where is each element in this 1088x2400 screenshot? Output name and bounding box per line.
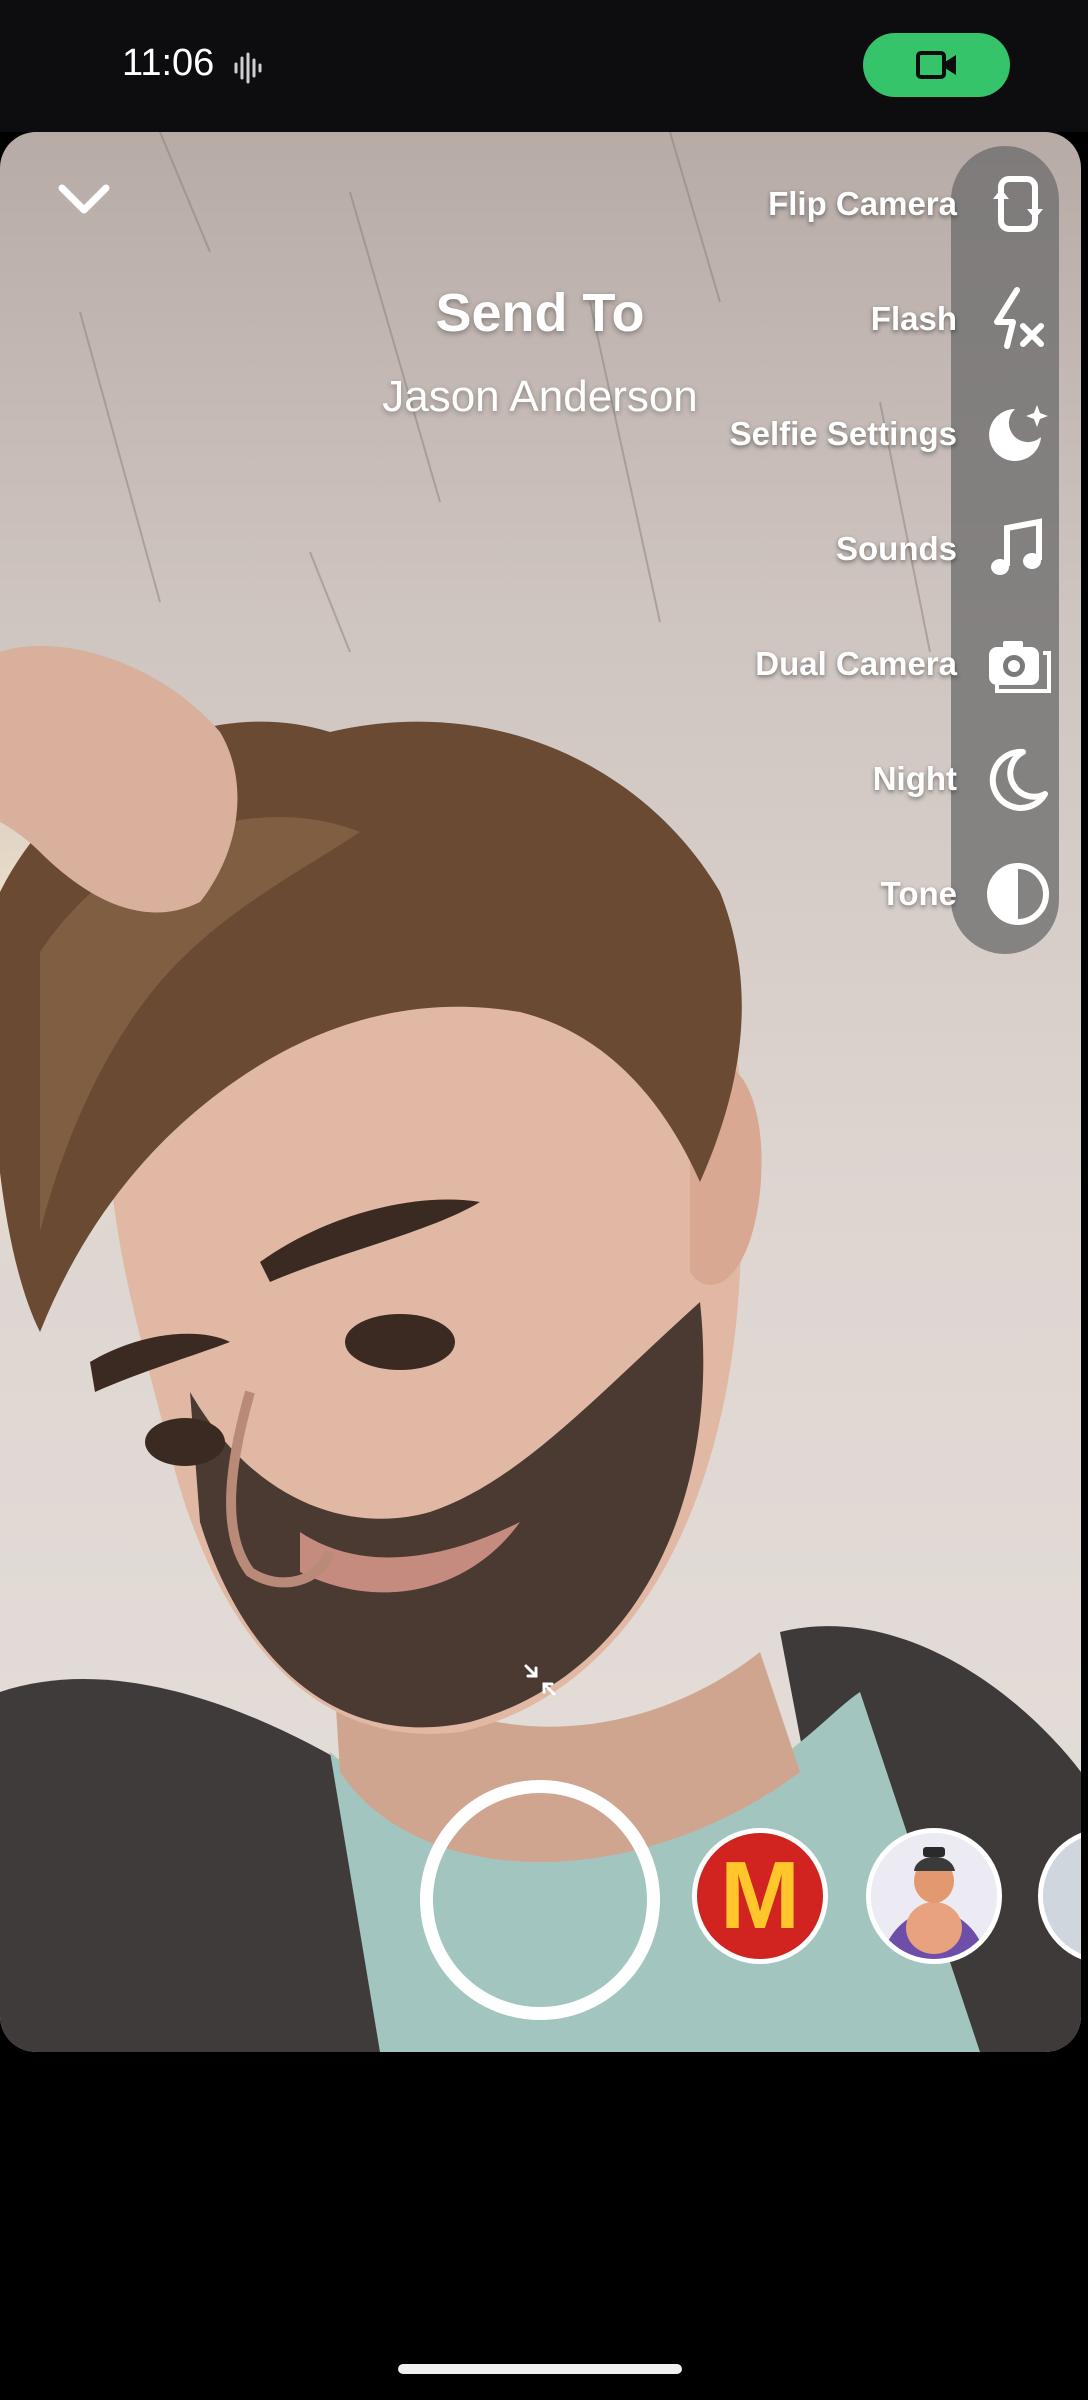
tool-label: Flip Camera — [768, 185, 957, 222]
mcdonalds-lens[interactable]: M — [692, 1828, 828, 1964]
sound-wave-icon — [234, 52, 262, 84]
selfie-settings-icon — [989, 405, 1048, 461]
home-indicator[interactable] — [398, 2364, 682, 2374]
tool-label: Sounds — [836, 530, 957, 567]
tool-label: Tone — [880, 875, 957, 912]
flash-off-icon — [994, 287, 1044, 349]
flip-camera-icon — [993, 176, 1043, 232]
camera-preview[interactable]: Send To Jason Anderson Flip Camera Flash… — [0, 132, 1081, 2052]
chevron-down-icon[interactable] — [56, 180, 112, 220]
tool-label: Night — [872, 760, 957, 797]
character-lens[interactable] — [866, 1828, 1002, 1964]
mcdonalds-logo: M — [720, 1842, 800, 1949]
dual-camera-tool[interactable]: Dual Camera — [755, 624, 1053, 704]
character-avatar-icon — [871, 1833, 997, 1959]
video-call-button[interactable] — [863, 33, 1010, 97]
tool-label: Dual Camera — [755, 645, 957, 682]
tone-tool[interactable]: Tone — [881, 854, 1053, 934]
night-tool[interactable]: Night — [873, 739, 1053, 819]
video-camera-icon — [915, 51, 956, 79]
send-to-title: Send To — [435, 283, 645, 343]
flash-tool[interactable]: Flash — [871, 279, 1053, 359]
sounds-tool[interactable]: Sounds — [836, 509, 1053, 589]
music-note-icon — [991, 518, 1042, 575]
moon-icon — [989, 748, 1048, 811]
tool-label: Selfie Settings — [729, 415, 957, 452]
selfie-settings-tool[interactable]: Selfie Settings — [730, 394, 1053, 474]
shutter-button[interactable] — [420, 1780, 660, 2020]
tone-icon — [987, 863, 1049, 925]
flip-camera-tool[interactable]: Flip Camera — [768, 164, 1053, 244]
tool-label: Flash — [870, 300, 957, 337]
status-bar: 11:06 — [0, 0, 1088, 132]
dual-camera-icon — [989, 641, 1051, 693]
recipient-name: Jason Anderson — [382, 372, 698, 421]
status-time: 11:06 — [122, 42, 215, 84]
minimize-icon[interactable] — [522, 1662, 558, 1698]
